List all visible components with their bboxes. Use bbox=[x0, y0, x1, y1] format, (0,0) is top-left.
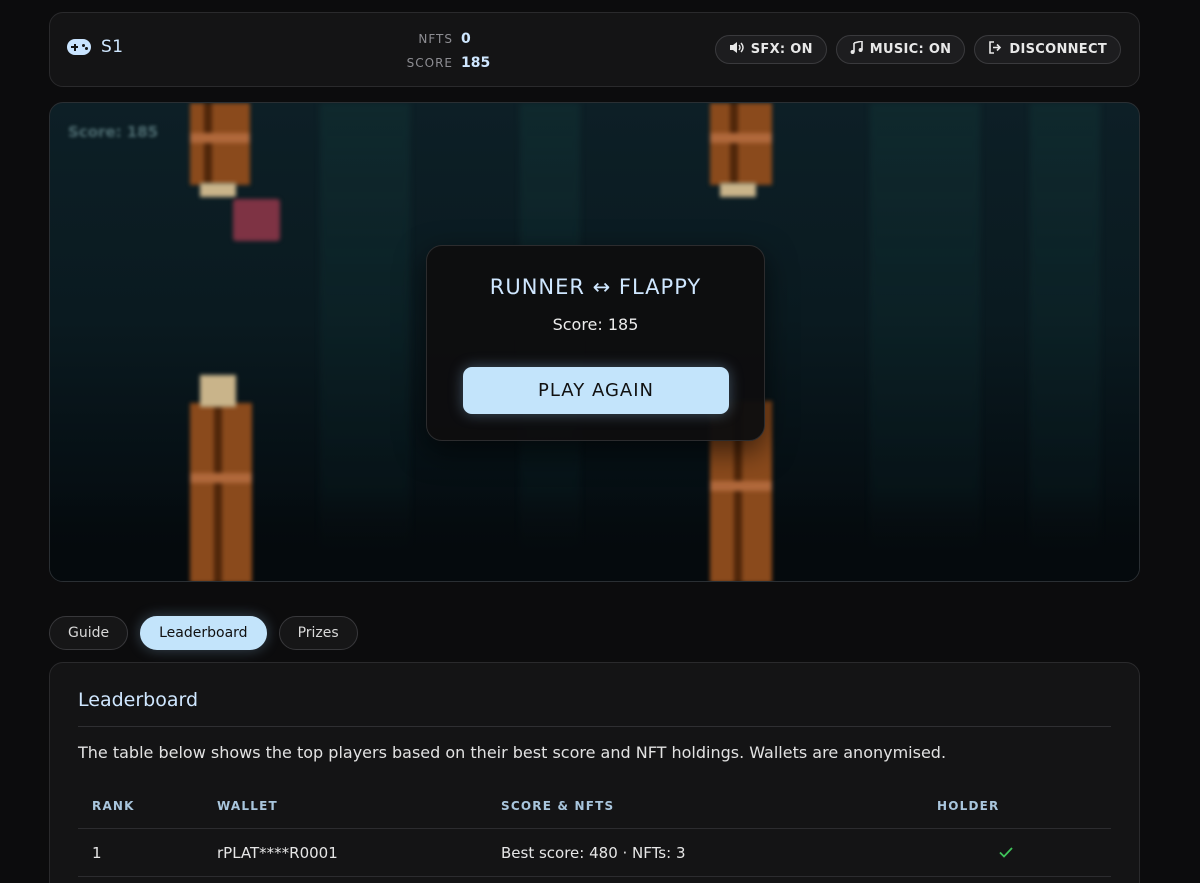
pipe-cap bbox=[200, 183, 236, 197]
top-bar: S1 NFTS 0 SCORE 185 SFX: ON MUSIC: ON DI… bbox=[49, 12, 1140, 87]
leaderboard-table: RANK WALLET SCORE & NFTS HOLDER 1 rPLAT*… bbox=[78, 783, 1111, 877]
tab-guide[interactable]: Guide bbox=[49, 616, 129, 650]
brand-label: S1 bbox=[101, 37, 124, 57]
game-over-modal: RUNNER ↔ FLAPPY Score: 185 PLAY AGAIN bbox=[426, 245, 765, 441]
column-header-rank: RANK bbox=[92, 798, 135, 813]
nfts-label: NFTS bbox=[418, 32, 453, 46]
tab-leaderboard[interactable]: Leaderboard bbox=[140, 616, 267, 650]
disconnect-button[interactable]: DISCONNECT bbox=[974, 35, 1121, 64]
modal-score: Score: 185 bbox=[552, 315, 639, 334]
music-toggle-button[interactable]: MUSIC: ON bbox=[835, 35, 966, 64]
music-toggle-label: MUSIC: ON bbox=[869, 42, 952, 57]
stats-panel: NFTS 0 SCORE 185 bbox=[366, 27, 526, 75]
pipe-top bbox=[710, 103, 772, 185]
section-tabs: Guide Leaderboard Prizes bbox=[49, 616, 358, 650]
pipe-bottom bbox=[190, 403, 252, 581]
hud-score: Score: 185 bbox=[68, 123, 159, 141]
divider bbox=[78, 726, 1111, 727]
score-stat: SCORE 185 bbox=[366, 51, 526, 75]
score-label: SCORE bbox=[406, 56, 453, 70]
sfx-toggle-label: SFX: ON bbox=[750, 42, 813, 57]
score-value: 185 bbox=[461, 55, 491, 71]
audio-controls: SFX: ON MUSIC: ON DISCONNECT bbox=[714, 35, 1121, 64]
leaderboard-title: Leaderboard bbox=[78, 689, 199, 711]
pipe-top bbox=[190, 103, 250, 185]
modal-title: RUNNER ↔ FLAPPY bbox=[489, 275, 702, 299]
wallet-cell: rPLAT****R0001 bbox=[217, 843, 338, 862]
tab-prizes[interactable]: Prizes bbox=[278, 616, 358, 650]
check-icon bbox=[925, 843, 1013, 862]
leaderboard-description: The table below shows the top players ba… bbox=[78, 743, 947, 762]
leaderboard-panel: Leaderboard The table below shows the to… bbox=[49, 662, 1140, 883]
brand: S1 bbox=[67, 37, 124, 57]
logout-icon bbox=[988, 41, 1002, 58]
holder-cell bbox=[925, 843, 1045, 862]
column-header-holder: HOLDER bbox=[937, 798, 1000, 813]
nfts-stat: NFTS 0 bbox=[366, 27, 526, 51]
player-character bbox=[233, 199, 280, 241]
gamepad-icon bbox=[67, 39, 91, 55]
column-header-score: SCORE & NFTS bbox=[501, 798, 615, 813]
music-note-icon bbox=[850, 39, 863, 58]
table-header: RANK WALLET SCORE & NFTS HOLDER bbox=[78, 783, 1111, 829]
pipe-cap bbox=[720, 183, 756, 197]
game-canvas[interactable]: Score: 185 RUNNER ↔ FLAPPY Score: 185 PL… bbox=[49, 102, 1140, 582]
column-header-wallet: WALLET bbox=[217, 798, 278, 813]
score-nfts-cell: Best score: 480 · NFTs: 3 bbox=[501, 843, 686, 862]
play-again-button[interactable]: PLAY AGAIN bbox=[463, 367, 729, 414]
rank-cell: 1 bbox=[92, 843, 102, 862]
table-row: 1 rPLAT****R0001 Best score: 480 · NFTs:… bbox=[78, 829, 1111, 877]
pipe-cap bbox=[200, 375, 236, 407]
nfts-value: 0 bbox=[461, 31, 471, 47]
speaker-icon bbox=[729, 41, 744, 58]
disconnect-label: DISCONNECT bbox=[1009, 42, 1107, 57]
sfx-toggle-button[interactable]: SFX: ON bbox=[714, 35, 827, 64]
